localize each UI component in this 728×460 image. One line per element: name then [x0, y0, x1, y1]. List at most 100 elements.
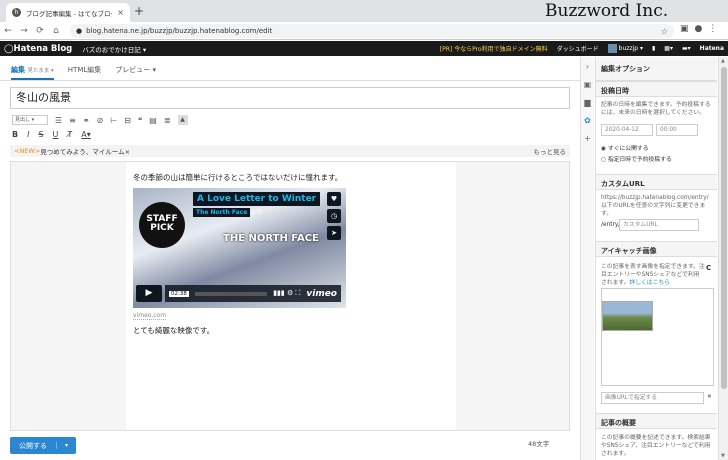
video-title[interactable]: A Love Letter to Winter — [193, 192, 321, 206]
news-text[interactable]: 見つめてみよう、マイルーム× — [40, 146, 130, 156]
tab-html[interactable]: HTML編集 — [68, 65, 101, 80]
pro-promo-link[interactable]: [PR] 今ならPro利用で独自ドメイン無料 — [440, 44, 548, 53]
align-icon[interactable]: ≣ — [164, 116, 171, 125]
hatena-favicon-icon: h — [12, 8, 21, 17]
tab-preview-label: プレビュー — [115, 66, 151, 74]
panel-scrollbar[interactable]: ▲ ▼ — [718, 57, 728, 460]
collapse-toolbar-icon[interactable]: ▲ — [177, 115, 188, 125]
profile-icon[interactable]: ● — [695, 24, 703, 34]
new-tag: <NEW> — [14, 147, 41, 155]
link-icon[interactable]: ⚭ — [83, 116, 90, 125]
side-icon-strip: › ▣ ▆ ✿ + — [580, 57, 594, 460]
text-color-icon[interactable]: A▾ — [81, 130, 91, 139]
strikethrough-icon[interactable]: S — [38, 130, 43, 139]
bullet-list-icon[interactable]: ☰ — [55, 116, 62, 125]
extension-icon[interactable]: ▣ — [680, 24, 689, 34]
vimeo-link[interactable]: vimeo.com — [133, 312, 167, 320]
collapse-panel-icon[interactable]: › — [586, 62, 589, 71]
publish-dropdown-icon[interactable]: ▾ — [56, 442, 76, 449]
underline-icon[interactable]: U — [53, 130, 59, 139]
more-icon[interactable]: ⊟ — [124, 116, 131, 125]
italic-icon[interactable]: I — [27, 130, 29, 139]
gear-icon[interactable]: ✿ — [584, 116, 591, 125]
body-paragraph[interactable]: とても綺麗な映像です。 — [133, 325, 214, 336]
browser-actions: ▣ ● ⋮ — [680, 24, 717, 34]
tab-preview-chevron: ▾ — [152, 66, 157, 74]
hatena-link[interactable]: Hatena — [700, 45, 724, 52]
tab-wysiwyg[interactable]: 編集 見たまま ▾ — [11, 65, 54, 80]
publish-label: 公開する — [19, 441, 47, 450]
bold-icon[interactable]: B — [12, 130, 18, 139]
back-icon[interactable]: ← — [0, 26, 16, 36]
quote-icon[interactable]: ❝ — [138, 116, 142, 125]
reload-icon[interactable]: C — [706, 264, 711, 272]
folder-icon[interactable]: ▆ — [584, 98, 590, 107]
summary-heading: 記事の概要 — [596, 413, 717, 429]
body-paragraph[interactable]: 冬の季節の山は簡単に行けるところではないだけに憧れます。 — [133, 172, 342, 183]
vimeo-embed[interactable]: STAFF PICK A Love Letter to Winter The N… — [133, 188, 346, 308]
avatar — [607, 44, 617, 53]
video-progress-track[interactable] — [194, 291, 268, 296]
photo-icon[interactable]: ▣ — [584, 80, 592, 89]
publish-button[interactable]: 公開する ▾ — [10, 437, 76, 454]
eyecatch-help-link[interactable]: 詳しくはこちら — [629, 280, 670, 286]
heading-select[interactable]: 見出し ▾ — [12, 115, 48, 125]
blog-selector[interactable]: バズのおでかけ日記 ▾ — [82, 44, 146, 54]
user-menu[interactable]: buzzjp ▾ — [607, 44, 643, 53]
share-icon[interactable]: ➤ — [327, 226, 341, 240]
clock-icon[interactable]: ◷ — [327, 209, 341, 223]
date-heading: 投稿日時 — [596, 81, 717, 97]
forward-icon[interactable]: → — [16, 26, 32, 36]
header-right: [PR] 今ならPro利用で独自ドメイン無料 ダッシュボード buzzjp ▾ … — [440, 41, 724, 56]
like-icon[interactable]: ♥ — [327, 192, 341, 206]
video-byline: The North Face より — [193, 207, 262, 217]
eyecatch-heading: アイキャッチ画像 — [596, 241, 717, 257]
title-input[interactable]: 冬山の風景 — [10, 87, 570, 109]
hatena-header: ◯Hatena Blog バズのおでかけ日記 ▾ [PR] 今ならPro利用で独… — [0, 41, 728, 56]
video-author[interactable]: The North Face — [193, 208, 251, 217]
clear-format-icon[interactable]: T̸ — [67, 130, 72, 139]
radio-scheduled[interactable]: ○ 指定日時で予約投稿する — [601, 154, 672, 163]
date-input[interactable]: 2020-04-12 — [601, 124, 653, 136]
tab-wysiwyg-label: 編集 — [11, 66, 25, 74]
custom-url-input[interactable]: カスタムURL — [619, 219, 699, 231]
horizontal-rule-icon[interactable]: ⊢ — [110, 116, 117, 125]
vimeo-logo[interactable]: vimeo — [306, 289, 337, 299]
message-icon[interactable]: ▬▾ — [682, 45, 691, 52]
video-controls: 02:38 ▮▮▮ ⚙ ⛶ vimeo — [165, 285, 341, 302]
table-icon[interactable]: ▤ — [149, 116, 157, 125]
grid-icon[interactable]: ▦▾ — [664, 45, 673, 52]
reload-icon[interactable]: ⟳ — [32, 26, 48, 36]
dashboard-link[interactable]: ダッシュボード — [557, 44, 599, 53]
more-link[interactable]: もっと見る — [534, 146, 567, 156]
format-toolbar-bottom: B I S U T̸ A▾ — [12, 128, 91, 140]
tab-close-icon[interactable]: × — [117, 8, 124, 17]
browser-tab[interactable]: h ブログ記事編集 - はてなブログ × — [6, 3, 130, 22]
bookmark-star-icon[interactable]: ☆ — [661, 27, 668, 36]
eyecatch-desc: この記事を表す画像を指定できます。注目エントリーやSNSシェアなどで利用されます… — [601, 263, 705, 287]
home-icon[interactable]: ⌂ — [48, 26, 64, 36]
scroll-up-icon[interactable]: ▲ — [721, 58, 725, 64]
scroll-thumb[interactable] — [721, 67, 727, 389]
menu-icon[interactable]: ⋮ — [708, 24, 717, 34]
url-input[interactable]: ● blog.hatena.ne.jp/buzzjp/buzzjp.hatena… — [70, 24, 674, 38]
time-input[interactable]: 00:00 — [656, 124, 698, 136]
plus-icon[interactable]: + — [584, 134, 591, 143]
editor-mode-tabs: 編集 見たまま ▾ HTML編集 プレビュー ▾ — [0, 57, 580, 81]
new-tab-button[interactable]: + — [134, 4, 144, 18]
scroll-down-icon[interactable]: ▼ — [721, 453, 725, 459]
unlink-icon[interactable]: ⊘ — [97, 116, 104, 125]
hatena-blog-logo[interactable]: ◯Hatena Blog — [4, 44, 72, 54]
video-time: 02:38 — [169, 290, 189, 297]
radio-publish-now[interactable]: ◉ すぐに公開する — [601, 143, 649, 152]
radio-publish-now-label: すぐに公開する — [607, 146, 649, 152]
play-button[interactable]: ▶ — [136, 285, 162, 302]
tab-preview[interactable]: プレビュー ▾ — [115, 65, 156, 80]
image-url-input[interactable]: 画像URLで指定する — [601, 392, 704, 404]
bookmark-icon[interactable]: ▮ — [652, 45, 655, 52]
eyecatch-thumbnail[interactable] — [602, 301, 653, 331]
clear-icon[interactable]: ✕ — [707, 393, 715, 401]
char-count: 48文字 — [528, 440, 550, 448]
numbered-list-icon[interactable]: ≡ — [69, 116, 76, 125]
video-control-icons[interactable]: ▮▮▮ ⚙ ⛶ — [273, 289, 300, 298]
